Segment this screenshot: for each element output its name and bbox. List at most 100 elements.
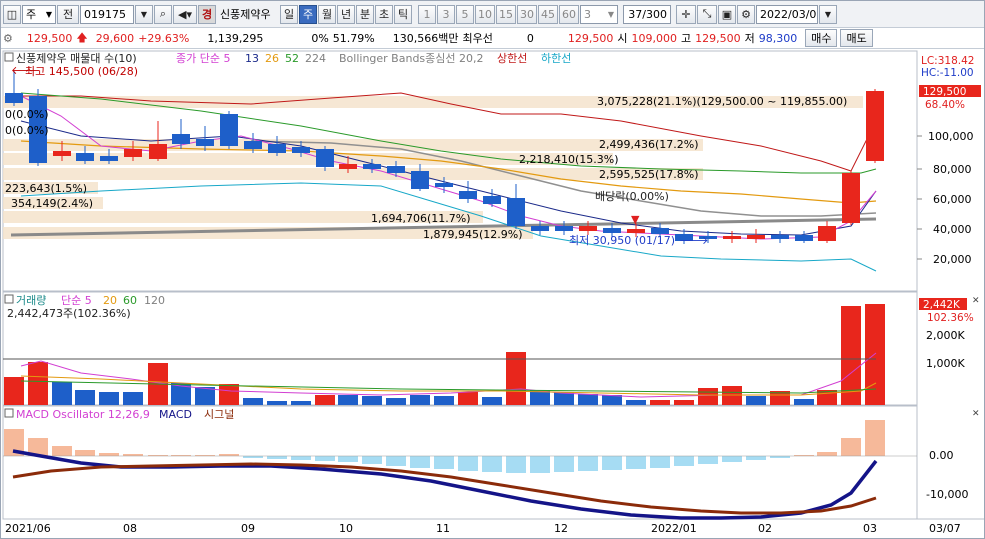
volume-legend-ma60[interactable]: 60 bbox=[123, 294, 137, 307]
market-badge: 경 bbox=[198, 4, 216, 24]
minute-30-button[interactable]: 30 bbox=[517, 4, 537, 24]
candle-body bbox=[483, 196, 501, 204]
macd-legend-osc[interactable]: MACD Oscillator 12,26,9 bbox=[16, 408, 150, 421]
tab-monthly[interactable]: 월 bbox=[318, 4, 336, 24]
macd-legend-signal[interactable]: 시그널 bbox=[204, 408, 234, 421]
macd-legend-macd[interactable]: MACD bbox=[159, 408, 192, 421]
candle-body bbox=[339, 164, 357, 169]
volume-bar bbox=[578, 394, 598, 405]
stock-code-input[interactable]: 019175 bbox=[80, 4, 134, 24]
tab-second[interactable]: 초 bbox=[375, 4, 393, 24]
vp-band bbox=[3, 168, 703, 180]
page-counter: 37/300 bbox=[623, 4, 671, 24]
window-menu-icon[interactable]: ◫ bbox=[3, 4, 21, 24]
legend-ma52[interactable]: 52 bbox=[285, 52, 299, 65]
code-dropdown-icon[interactable]: ▼ bbox=[135, 4, 153, 24]
vp-label: 2,595,525(17.8%) bbox=[599, 168, 699, 181]
date-input[interactable]: 2022/03/07 bbox=[756, 4, 818, 24]
panel-close-icon[interactable]: ✕ bbox=[972, 296, 980, 306]
draw-tools-icon[interactable]: ⤡ bbox=[697, 4, 717, 24]
minute-1-button[interactable]: 1 bbox=[418, 4, 436, 24]
x-tick: 03 bbox=[863, 522, 877, 535]
vp-label: 3,075,228(21.1%)(129,500.00 ~ 119,855.00… bbox=[597, 95, 847, 108]
tab-tick[interactable]: 틱 bbox=[394, 4, 412, 24]
volume-bar bbox=[362, 396, 382, 405]
calendar-dropdown-icon[interactable]: ▼ bbox=[819, 4, 837, 24]
speaker-icon[interactable]: ◀▾ bbox=[173, 4, 197, 24]
legend-ma26[interactable]: 26 bbox=[265, 52, 279, 65]
vp-label: 0(0.0%) bbox=[5, 108, 49, 121]
volume-bar bbox=[626, 400, 646, 405]
volume-bar bbox=[434, 396, 454, 405]
minute-5-button[interactable]: 5 bbox=[456, 4, 474, 24]
search-icon[interactable]: ⌕ bbox=[154, 4, 172, 24]
legend-ma13[interactable]: 13 bbox=[245, 52, 259, 65]
current-price-tag-text: 129,500 bbox=[923, 86, 966, 98]
legend-ma5[interactable]: 종가 단순 5 bbox=[176, 52, 230, 65]
tab-minute[interactable]: 분 bbox=[356, 4, 374, 24]
price-legend-name[interactable]: 신풍제약우 매물대 수(10) bbox=[16, 51, 137, 65]
crosshair-icon[interactable]: ✛ bbox=[676, 4, 696, 24]
minute-45-button[interactable]: 45 bbox=[538, 4, 558, 24]
vp-label: 2,499,436(17.2%) bbox=[599, 138, 699, 151]
candle-body bbox=[292, 147, 310, 153]
legend-ma224[interactable]: 224 bbox=[305, 52, 326, 65]
candle-body bbox=[172, 134, 190, 144]
candle-body bbox=[747, 235, 765, 239]
candle-body bbox=[76, 153, 94, 161]
buy-button[interactable]: 매수 bbox=[805, 29, 838, 47]
candle-body bbox=[268, 144, 286, 153]
x-tick: 02 bbox=[758, 522, 772, 535]
save-icon[interactable]: ▣ bbox=[718, 4, 736, 24]
legend-bb[interactable]: Bollinger Bands종심선 20,2 bbox=[339, 52, 484, 65]
minute-3-button[interactable]: 3 bbox=[437, 4, 455, 24]
volume-bar bbox=[243, 398, 263, 405]
tab-yearly[interactable]: 년 bbox=[337, 4, 355, 24]
legend-bb-upper[interactable]: 상한선 bbox=[497, 52, 527, 65]
volume-bar bbox=[315, 395, 335, 405]
candle-body bbox=[244, 141, 262, 149]
unit-input[interactable]: 3 ▼ bbox=[580, 4, 618, 24]
volume-tag-text: 2,442K bbox=[923, 299, 961, 311]
gear-icon[interactable]: ⚙ bbox=[737, 4, 755, 24]
volume-bar bbox=[650, 400, 670, 405]
quote-bar: ⚙ 129,500 🡅 29,600 +29.63% 1,139,295 0% … bbox=[1, 28, 984, 49]
y-tick: 40,000 bbox=[933, 223, 972, 236]
chevron-down-icon: ▼ bbox=[45, 9, 52, 19]
minute-10-button[interactable]: 10 bbox=[475, 4, 495, 24]
sell-button[interactable]: 매도 bbox=[840, 29, 873, 47]
low-label: 저 bbox=[744, 32, 755, 45]
macd-osc-bar bbox=[123, 454, 143, 456]
price-2: 129,500 bbox=[567, 31, 614, 45]
x-tick: 11 bbox=[436, 522, 450, 535]
volume-legend-ma120[interactable]: 120 bbox=[144, 294, 165, 307]
volume-bar bbox=[52, 382, 72, 405]
panel-close-icon[interactable]: ✕ bbox=[972, 409, 980, 419]
chart-area[interactable]: 🡐 최고 145,500 (06/28) 최저 30,950 (01/17) 🡒… bbox=[1, 49, 984, 539]
volume-legend-ma20[interactable]: 20 bbox=[103, 294, 117, 307]
candle-body bbox=[866, 91, 884, 161]
macd-osc-bar bbox=[841, 438, 861, 456]
legend-bb-lower[interactable]: 하한선 bbox=[541, 51, 571, 65]
high-label: 고 bbox=[680, 32, 692, 45]
volume-legend-name[interactable]: 거래량 bbox=[16, 294, 46, 307]
candle-body bbox=[363, 164, 381, 169]
minute-15-button[interactable]: 15 bbox=[496, 4, 516, 24]
period-select[interactable]: 주 ▼ bbox=[22, 4, 56, 24]
minute-60-button[interactable]: 60 bbox=[559, 4, 579, 24]
tab-daily[interactable]: 일 bbox=[280, 4, 298, 24]
macd-osc-bar bbox=[722, 456, 742, 462]
volume-legend-ma5[interactable]: 단순 5 bbox=[61, 294, 92, 307]
y-tick: 80,000 bbox=[933, 163, 972, 176]
settings-icon[interactable]: ⚙ bbox=[3, 32, 13, 45]
volume-bar bbox=[338, 395, 358, 405]
volume-bar bbox=[99, 392, 119, 405]
change-value: 29,600 bbox=[95, 31, 135, 45]
prev-button[interactable]: 전 bbox=[57, 4, 79, 24]
tab-weekly[interactable]: 주 bbox=[299, 4, 317, 24]
trade-amount: 130,566백만 bbox=[392, 32, 459, 45]
max-price-label: 최고 145,500 (06/28) bbox=[25, 65, 138, 78]
volume-bar bbox=[482, 397, 502, 405]
candle-body bbox=[555, 226, 573, 231]
macd-osc-bar bbox=[458, 456, 478, 471]
